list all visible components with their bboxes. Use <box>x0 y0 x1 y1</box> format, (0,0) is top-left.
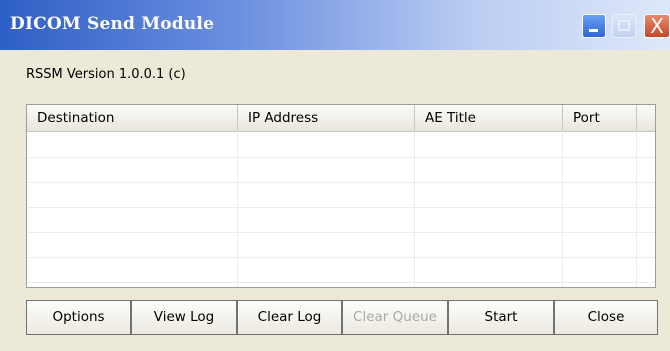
maximize-icon <box>618 20 630 31</box>
start-button[interactable]: Start <box>448 300 554 335</box>
version-label: RSSM Version 1.0.0.1 (c) <box>26 67 186 82</box>
column-header-port[interactable]: Port <box>563 105 637 131</box>
column-header-filler <box>637 105 655 131</box>
grid-line <box>27 157 655 158</box>
close-window-button[interactable]: X <box>644 14 670 38</box>
grid-line <box>636 131 637 287</box>
minimize-button[interactable] <box>582 14 606 38</box>
maximize-button <box>612 14 636 38</box>
clear-log-button[interactable]: Clear Log <box>237 300 342 335</box>
column-header-ip-address[interactable]: IP Address <box>238 105 415 131</box>
window-title: DICOM Send Module <box>10 14 215 34</box>
view-log-button[interactable]: View Log <box>131 300 237 335</box>
grid-line <box>414 131 415 287</box>
column-header-destination[interactable]: Destination <box>27 105 238 131</box>
dicom-send-window: DICOM Send Module X RSSM Version 1.0.0.1… <box>0 0 670 351</box>
clear-queue-button: Clear Queue <box>342 300 448 335</box>
grid-line <box>562 131 563 287</box>
grid-line <box>27 207 655 208</box>
grid-line <box>27 182 655 183</box>
title-bar[interactable]: DICOM Send Module X <box>0 0 670 50</box>
grid-line <box>27 257 655 258</box>
grid-line <box>27 282 655 283</box>
close-button[interactable]: Close <box>554 300 658 335</box>
column-header-ae-title[interactable]: AE Title <box>415 105 563 131</box>
destination-list[interactable]: Destination IP Address AE Title Port <box>26 104 656 288</box>
grid-line <box>27 232 655 233</box>
minimize-icon <box>589 29 598 32</box>
grid-line <box>237 131 238 287</box>
list-header: Destination IP Address AE Title Port <box>27 105 655 132</box>
options-button[interactable]: Options <box>26 300 131 335</box>
